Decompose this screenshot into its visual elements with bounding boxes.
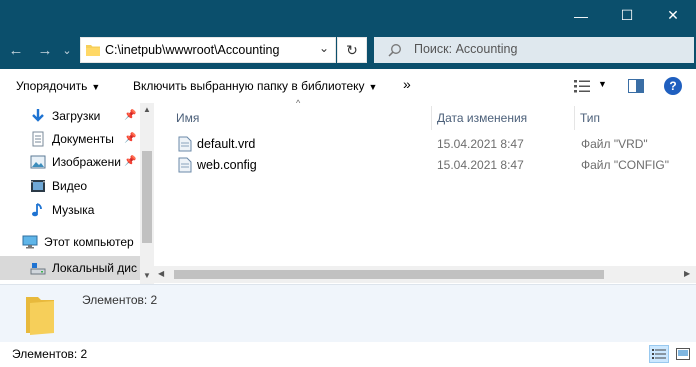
command-toolbar: Упорядочить ▼ Включить выбранную папку в … — [0, 69, 696, 104]
change-view-button[interactable]: ▼ — [574, 79, 608, 95]
minimize-icon: — — [574, 7, 588, 24]
file-type: Файл "VRD" — [581, 137, 648, 151]
close-icon: ✕ — [667, 7, 679, 23]
large-folder-icon — [26, 297, 54, 335]
address-bar[interactable]: C:\inetpub\wwwroot\Accounting ⌄ — [80, 37, 336, 63]
file-icon — [178, 157, 192, 173]
include-in-library-button[interactable]: Включить выбранную папку в библиотеку ▼ — [133, 79, 377, 93]
more-commands-icon: » — [403, 76, 411, 92]
column-divider[interactable] — [431, 106, 432, 130]
refresh-button[interactable]: ↻ — [337, 37, 367, 63]
details-pane: Элементов: 2 — [0, 284, 696, 343]
scroll-left-icon[interactable]: ◀ — [158, 269, 164, 278]
sidebar-item-downloads[interactable]: Загрузки 📌 — [0, 105, 140, 127]
scroll-down-icon[interactable]: ▼ — [143, 271, 151, 280]
sidebar-item-label: Музыка — [52, 203, 95, 217]
documents-icon — [32, 131, 44, 147]
scrollbar-thumb[interactable] — [142, 151, 152, 243]
scroll-up-icon[interactable]: ▲ — [143, 105, 151, 114]
address-text: C:\inetpub\wwwroot\Accounting — [105, 43, 280, 57]
minimize-button[interactable]: — — [558, 0, 604, 31]
details-view-button[interactable] — [649, 345, 669, 363]
download-arrow-icon — [32, 109, 44, 122]
back-arrow-icon: ← — [8, 41, 24, 59]
column-header-date[interactable]: Дата изменения — [437, 111, 527, 125]
organize-button[interactable]: Упорядочить ▼ — [16, 79, 100, 93]
large-icons-view-button[interactable] — [673, 345, 693, 363]
local-disk-icon — [30, 263, 46, 275]
include-in-library-label: Включить выбранную папку в библиотеку — [133, 79, 365, 93]
music-icon — [32, 203, 42, 217]
file-list: ^ Имя Дата изменения Тип default.vrd 15.… — [154, 98, 696, 284]
file-name: default.vrd — [197, 137, 256, 151]
computer-icon — [22, 235, 38, 249]
file-row[interactable]: default.vrd 15.04.2021 8:47 Файл "VRD" — [174, 134, 694, 154]
view-list-icon — [574, 80, 590, 93]
close-button[interactable]: ✕ — [650, 0, 696, 31]
recent-locations-button[interactable]: ⌄ — [60, 40, 74, 60]
sidebar-item-video[interactable]: Видео — [0, 175, 140, 197]
file-date: 15.04.2021 8:47 — [437, 158, 524, 172]
caret-down-icon: ▼ — [368, 82, 378, 92]
details-view-icon — [652, 349, 666, 359]
sidebar-scrollbar[interactable]: ▲ ▼ — [140, 103, 154, 284]
organize-label: Упорядочить — [16, 79, 88, 93]
forward-button[interactable]: → — [35, 40, 55, 60]
sidebar-item-label: Изображени — [52, 155, 121, 169]
maximize-button[interactable]: ☐ — [604, 0, 650, 31]
chevron-down-icon: ⌄ — [62, 44, 72, 57]
file-name: web.config — [197, 158, 257, 172]
large-icons-view-icon — [676, 348, 690, 360]
pin-icon: 📌 — [124, 156, 137, 167]
pin-icon: 📌 — [124, 110, 137, 121]
sidebar-item-label: Локальный дис — [52, 261, 137, 275]
scrollbar-thumb[interactable] — [174, 270, 604, 279]
sidebar-item-local-disk[interactable]: Локальный дис — [0, 256, 140, 280]
file-type: Файл "CONFIG" — [581, 158, 670, 172]
navigation-bar: ← → ⌄ C:\inetpub\wwwroot\Accounting ⌄ ↻ … — [0, 31, 696, 69]
pin-icon: 📌 — [124, 133, 137, 144]
status-count: Элементов: 2 — [12, 347, 88, 361]
sidebar-item-pictures[interactable]: Изображени 📌 — [0, 151, 140, 173]
preview-pane-button[interactable] — [628, 79, 644, 93]
file-date: 15.04.2021 8:47 — [437, 137, 524, 151]
column-header-name[interactable]: Имя — [176, 111, 199, 125]
maximize-icon: ☐ — [620, 7, 634, 23]
search-box[interactable]: Поиск: Accounting — [374, 37, 694, 63]
caret-down-icon: ▼ — [598, 79, 607, 89]
caret-down-icon: ▼ — [91, 82, 101, 92]
sidebar-item-label: Документы — [52, 132, 114, 146]
sidebar-item-label: Этот компьютер — [44, 235, 134, 249]
more-commands-button[interactable]: » — [403, 76, 411, 92]
forward-arrow-icon: → — [37, 41, 53, 59]
column-header-type[interactable]: Тип — [580, 111, 600, 125]
sidebar-item-this-pc[interactable]: Этот компьютер — [0, 231, 140, 253]
scroll-right-icon[interactable]: ▶ — [684, 269, 690, 278]
video-icon — [31, 180, 45, 192]
pictures-icon — [30, 155, 46, 169]
file-icon — [178, 136, 192, 152]
details-count: Элементов: 2 — [82, 293, 158, 307]
address-dropdown-icon[interactable]: ⌄ — [319, 41, 329, 55]
title-bar: — ☐ ✕ — [0, 0, 696, 31]
sidebar-item-label: Видео — [52, 179, 88, 193]
sidebar-item-label: Загрузки — [52, 109, 101, 123]
refresh-icon: ↻ — [346, 41, 358, 58]
sidebar-item-music[interactable]: Музыка — [0, 199, 140, 221]
navigation-pane: Загрузки 📌 Документы 📌 Изображени 📌 Виде… — [0, 103, 154, 284]
search-icon — [388, 44, 401, 57]
sort-indicator-icon: ^ — [296, 98, 301, 108]
column-divider[interactable] — [574, 106, 575, 130]
help-button[interactable]: ? — [664, 77, 682, 95]
sidebar-item-documents[interactable]: Документы 📌 — [0, 128, 140, 150]
horizontal-scrollbar[interactable]: ◀ ▶ — [154, 266, 696, 283]
file-row[interactable]: web.config 15.04.2021 8:47 Файл "CONFIG" — [174, 155, 694, 175]
status-bar: Элементов: 2 — [0, 342, 696, 367]
preview-pane-icon — [628, 79, 644, 93]
back-button[interactable]: ← — [6, 40, 26, 60]
help-icon: ? — [669, 79, 677, 93]
folder-icon — [86, 45, 100, 56]
search-placeholder: Поиск: Accounting — [414, 42, 518, 56]
